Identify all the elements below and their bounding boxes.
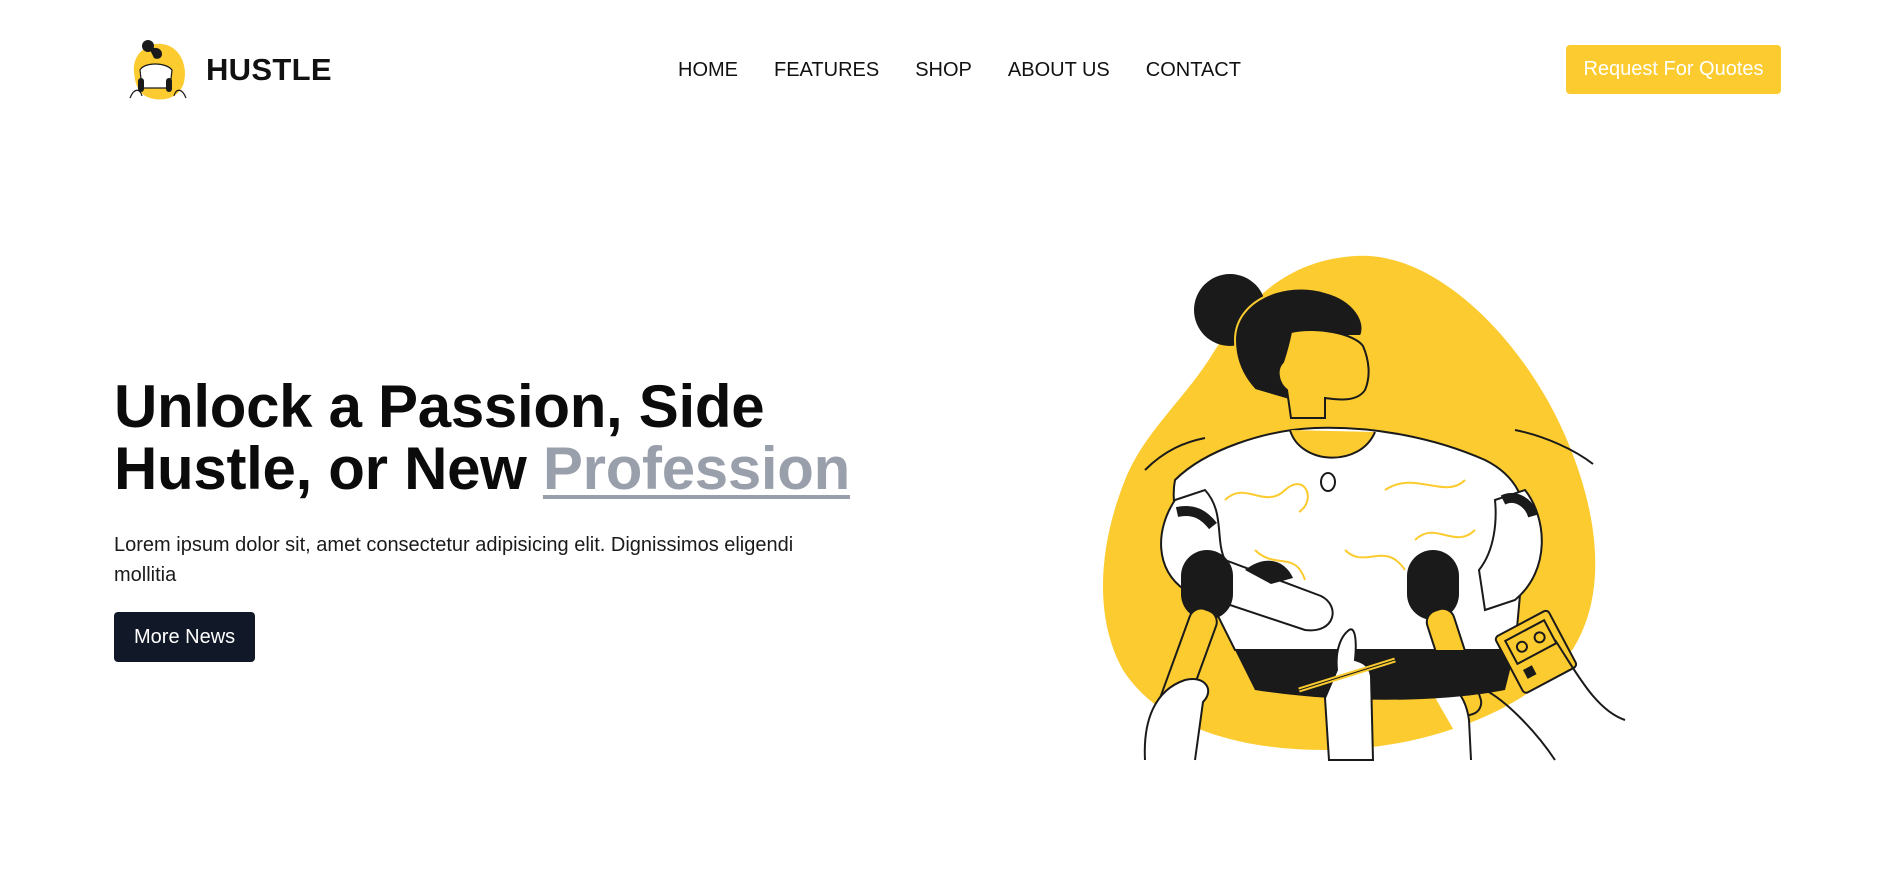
nav-about-us[interactable]: ABOUT US	[1008, 56, 1110, 84]
woman-press-interview-illustration	[1102, 255, 1626, 761]
nav-contact[interactable]: CONTACT	[1146, 56, 1241, 84]
nav-features[interactable]: FEATURES	[774, 56, 879, 84]
hero-description: Lorem ipsum dolor sit, amet consectetur …	[114, 534, 794, 586]
nav-shop[interactable]: SHOP	[915, 56, 972, 84]
woman-interview-logo-icon	[129, 40, 187, 100]
request-quotes-button[interactable]: Request For Quotes	[1566, 45, 1781, 94]
main-nav: HOME FEATURES SHOP ABOUT US CONTACT	[678, 56, 1277, 84]
hero-title-highlight-link[interactable]: Profession	[543, 435, 850, 502]
more-news-button[interactable]: More News	[114, 612, 256, 662]
hero-title: Unlock a Passion, Side Hustle, or New Pr…	[114, 376, 854, 500]
site-header: HUSTLE HOME FEATURES SHOP ABOUT US CONTA…	[0, 0, 1885, 140]
brand[interactable]: HUSTLE	[124, 36, 332, 104]
nav-home[interactable]: HOME	[678, 56, 738, 84]
brand-name: HUSTLE	[206, 52, 332, 87]
hero-section: Unlock a Passion, Side Hustle, or New Pr…	[114, 376, 854, 662]
